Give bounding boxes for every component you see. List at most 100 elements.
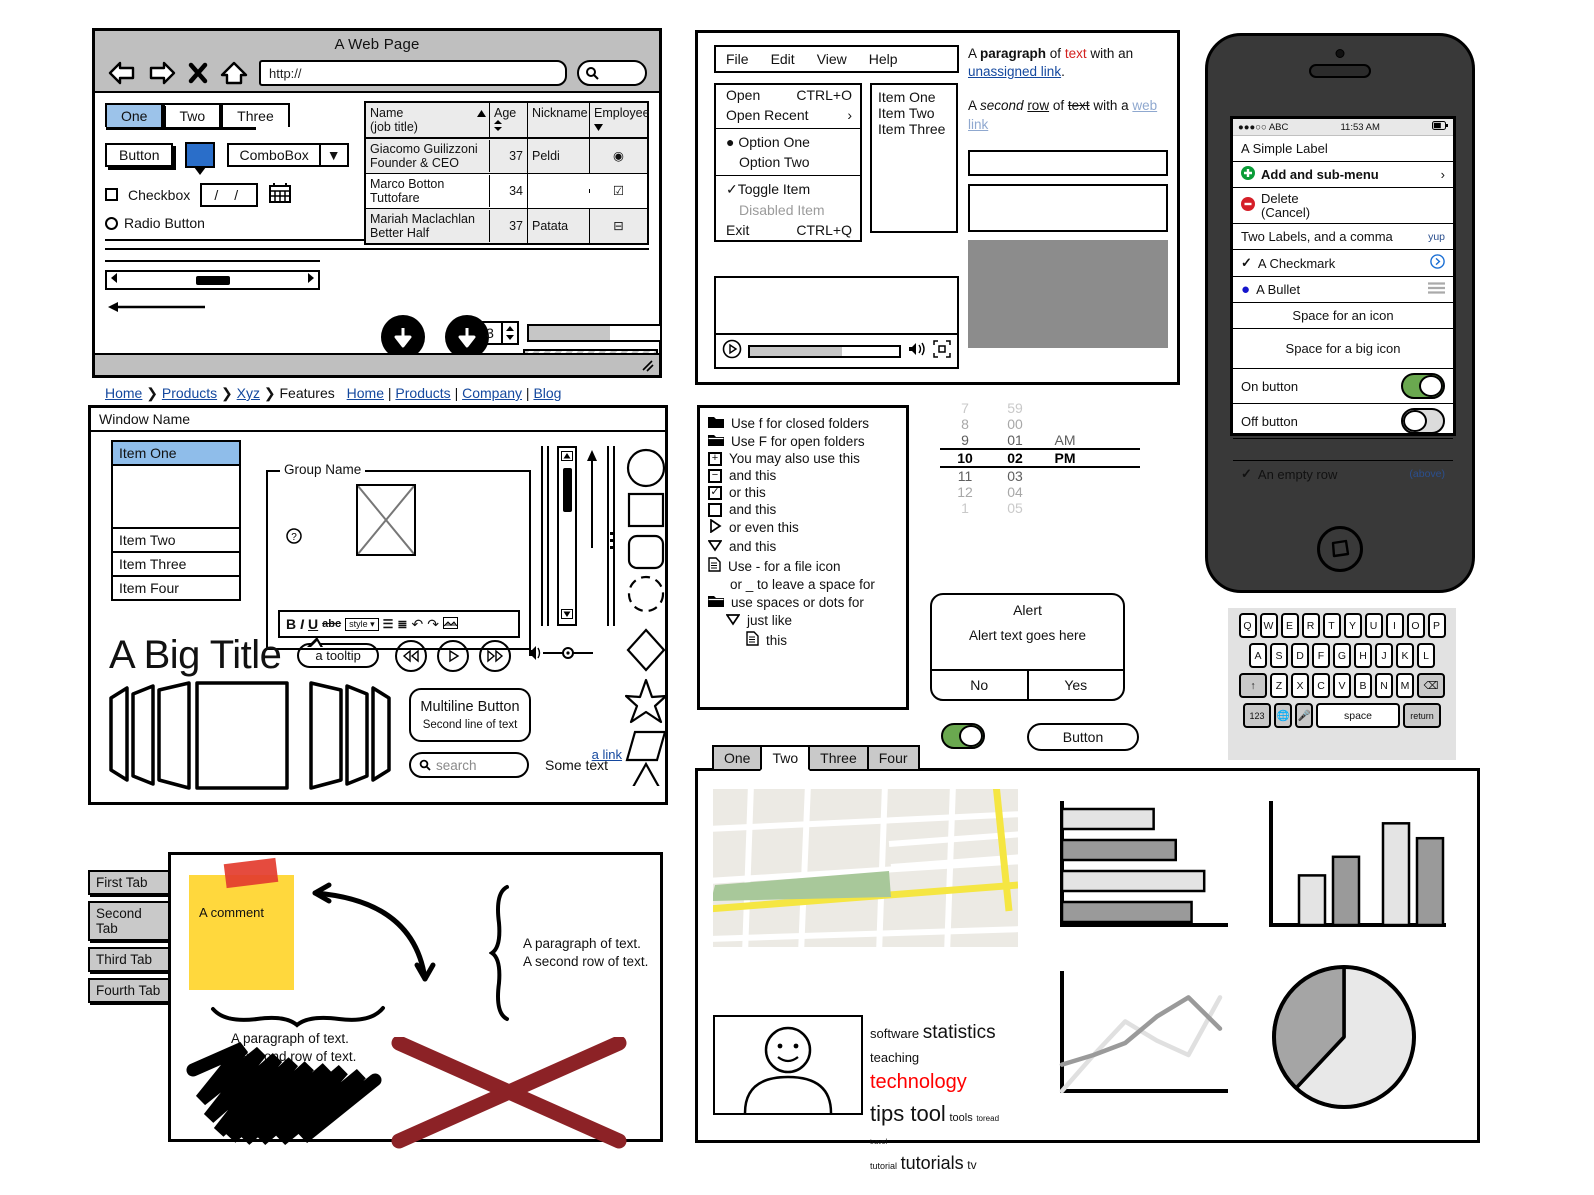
tree-item[interactable]: and this — [700, 501, 906, 518]
key-o[interactable]: O — [1406, 613, 1425, 638]
key-j[interactable]: J — [1375, 643, 1393, 668]
phone-row-on-button[interactable]: On button — [1233, 369, 1453, 405]
scroll-left-icon[interactable] — [109, 271, 119, 289]
time-row-selected[interactable]: 10 02 PM — [940, 448, 1140, 468]
dash-tab-one[interactable]: One — [712, 745, 763, 771]
menu-item-option-two[interactable]: Option Two — [716, 152, 860, 172]
number-stepper[interactable]: 3 — [477, 321, 519, 345]
multiline-button[interactable]: Multiline Button Second line of text — [409, 688, 531, 742]
microphone-icon[interactable]: 🎤 — [1295, 703, 1313, 728]
chevron-down-icon[interactable] — [594, 120, 603, 134]
volume-slider[interactable] — [527, 644, 599, 667]
generic-button[interactable]: Button — [105, 143, 174, 167]
chevron-down-icon[interactable]: ▼ — [318, 145, 347, 165]
close-x-icon[interactable] — [187, 60, 209, 86]
table-header-age[interactable]: Age — [490, 103, 528, 137]
return-key[interactable]: return — [1403, 703, 1441, 728]
key-g[interactable]: G — [1333, 643, 1351, 668]
underline-icon[interactable]: U — [308, 616, 318, 632]
tree-item[interactable]: and this — [700, 537, 906, 556]
key-a[interactable]: A — [1249, 643, 1267, 668]
fast-forward-icon[interactable] — [478, 639, 511, 672]
dash-tab-two[interactable]: Two — [760, 745, 811, 771]
table-row[interactable]: Marco Botton Tuttofare 34 ☑ — [366, 174, 647, 209]
sticky-note[interactable]: A comment — [189, 857, 294, 990]
home-button[interactable] — [1317, 526, 1363, 572]
key-w[interactable]: W — [1259, 613, 1278, 638]
key-y[interactable]: Y — [1343, 613, 1362, 638]
menu-file[interactable]: File — [726, 51, 749, 67]
list-item[interactable]: Item Two — [878, 105, 950, 121]
sort-both-icon[interactable] — [494, 120, 502, 134]
numbered-list-icon[interactable]: ≣ — [397, 617, 407, 631]
menu-item-option-one[interactable]: ● Option One — [716, 132, 860, 152]
sort-asc-icon[interactable] — [477, 106, 486, 120]
tab-two[interactable]: Two — [163, 103, 222, 127]
menu-edit[interactable]: Edit — [771, 51, 795, 67]
key-b[interactable]: B — [1354, 673, 1372, 698]
calendar-icon[interactable] — [268, 182, 292, 207]
phone-row-space-big-icon[interactable]: Space for a big icon — [1233, 329, 1453, 370]
color-picker-swatch[interactable] — [185, 142, 216, 168]
phone-row-add-submenu[interactable]: Add and sub-menu › — [1233, 162, 1453, 188]
tree-item[interactable]: Use - for a file icon — [700, 556, 906, 576]
phone-row-bullet[interactable]: ● A Bullet — [1233, 277, 1453, 304]
key-n[interactable]: N — [1375, 673, 1393, 698]
tab-three[interactable]: Three — [221, 103, 290, 127]
tree-item[interactable]: or even this — [700, 518, 906, 537]
list-item-blank[interactable] — [113, 466, 239, 529]
horizontal-scrollbar[interactable] — [105, 270, 320, 290]
coverflow[interactable] — [105, 680, 395, 795]
breadcrumb-xyz[interactable]: Xyz — [237, 385, 260, 401]
vertical-scrollbar[interactable] — [557, 446, 577, 626]
checkbox-checked-icon[interactable]: ✓ — [708, 485, 722, 500]
time-picker[interactable]: 7 59 8 00 9 01 AM 10 02 PM 11 03 12 04 1 05 — [940, 400, 1140, 565]
time-row[interactable]: 9 01 AM — [940, 432, 1140, 448]
play-icon[interactable] — [722, 339, 742, 364]
key-l[interactable]: L — [1417, 643, 1435, 668]
dash-tab-four[interactable]: Four — [866, 745, 920, 771]
time-row[interactable]: 12 04 — [940, 484, 1140, 500]
redo-icon[interactable]: ↷ — [427, 616, 439, 633]
key-i[interactable]: I — [1385, 613, 1404, 638]
key-u[interactable]: U — [1364, 613, 1383, 638]
alert-yes-button[interactable]: Yes — [1029, 671, 1124, 699]
triangle-down-icon[interactable] — [725, 612, 741, 629]
home-icon[interactable] — [219, 60, 249, 86]
key-v[interactable]: V — [1333, 673, 1351, 698]
navlink-products[interactable]: Products — [395, 385, 450, 401]
dash-tab-three[interactable]: Three — [808, 745, 869, 771]
standalone-toggle[interactable] — [941, 723, 985, 749]
time-row[interactable]: 11 03 — [940, 468, 1140, 484]
tree-item[interactable]: − and this — [700, 467, 906, 484]
tree-item[interactable]: just like — [700, 611, 906, 630]
list-item-three[interactable]: Item Three — [113, 553, 239, 577]
phone-row-delete[interactable]: Delete (Cancel) — [1233, 188, 1453, 225]
navlink-blog[interactable]: Blog — [533, 385, 561, 401]
vtab-first[interactable]: First Tab — [88, 870, 170, 895]
strikethrough-icon[interactable]: abc — [322, 618, 341, 630]
volume-icon[interactable] — [907, 340, 927, 363]
key-m[interactable]: M — [1396, 673, 1414, 698]
vtab-second[interactable]: Second Tab — [88, 901, 170, 941]
breadcrumb-home[interactable]: Home — [105, 385, 142, 401]
menu-item-toggle[interactable]: ✓Toggle Item — [716, 179, 860, 200]
cell-employee-checkbox[interactable]: ☑ — [590, 174, 647, 208]
undo-icon[interactable]: ↶ — [411, 616, 423, 633]
menu-view[interactable]: View — [817, 51, 847, 67]
navlink-company[interactable]: Company — [462, 385, 522, 401]
resize-grip-icon[interactable] — [639, 357, 655, 378]
phone-row-empty[interactable] — [1233, 439, 1453, 462]
key-h[interactable]: H — [1354, 643, 1372, 668]
table-row[interactable]: Mariah Maclachlan Better Half 37 Patata ⊟ — [366, 209, 647, 243]
time-row[interactable]: 7 59 — [940, 400, 1140, 416]
vtab-third[interactable]: Third Tab — [88, 947, 170, 972]
forward-arrow-icon[interactable] — [147, 60, 177, 86]
list-item-two[interactable]: Item Two — [113, 529, 239, 553]
key-r[interactable]: R — [1301, 613, 1320, 638]
vtab-fourth[interactable]: Fourth Tab — [88, 978, 170, 1003]
phone-row-checkmark[interactable]: ✓ A Checkmark — [1233, 250, 1453, 278]
vertical-slider[interactable] — [585, 448, 599, 563]
triangle-right-icon[interactable] — [708, 518, 722, 536]
key-s[interactable]: S — [1270, 643, 1288, 668]
